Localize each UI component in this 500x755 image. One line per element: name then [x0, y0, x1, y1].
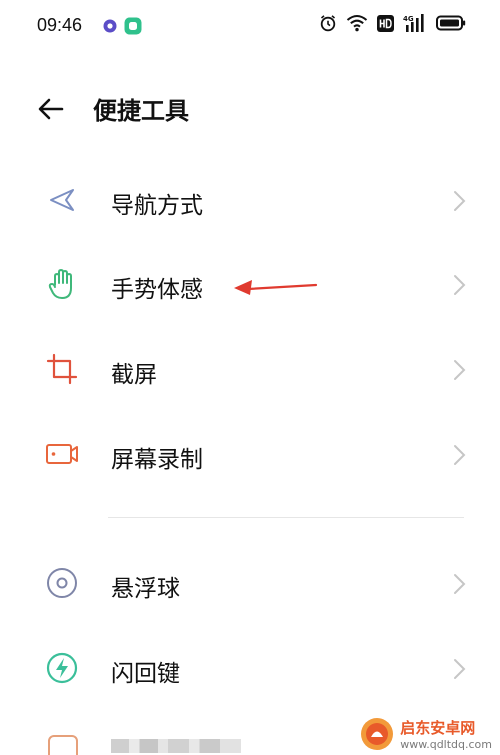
- watermark-logo-icon: [361, 718, 394, 750]
- hand-gesture-icon: [48, 269, 72, 299]
- status-time: 09:46: [37, 15, 83, 35]
- menu-item-label: 截屏: [111, 362, 157, 388]
- navigation-triangle-icon: [50, 189, 74, 211]
- page-header: 便捷工具: [0, 78, 500, 138]
- watermark-url: www.qdltdq.com: [400, 738, 492, 751]
- menu-item-screen-recording[interactable]: 屏幕录制: [0, 412, 500, 496]
- crop-screenshot-icon: [46, 353, 78, 385]
- status-system-icons: 4G: [319, 14, 466, 32]
- menu-item-floating-ball[interactable]: 悬浮球: [0, 541, 500, 625]
- floating-ball-icon: [47, 568, 77, 598]
- record-icon: [103, 19, 117, 33]
- alarm-icon: [320, 15, 336, 32]
- status-app-icons: [103, 17, 142, 35]
- blurred-label: [111, 739, 241, 753]
- annotation-red-arrow: [234, 280, 318, 295]
- menu-item-label: 悬浮球: [111, 576, 180, 602]
- menu-item-screenshot[interactable]: 截屏: [0, 327, 500, 411]
- chevron-right-icon: [454, 360, 466, 380]
- chevron-right-icon: [454, 275, 466, 295]
- menu-item-label: 手势体感: [111, 277, 203, 303]
- watermark: 启东安卓网 www.qdltdq.com: [360, 717, 492, 751]
- page-title: 便捷工具: [93, 97, 189, 125]
- wifi-icon: [346, 15, 368, 32]
- menu-item-label: 导航方式: [111, 193, 203, 219]
- menu-item-flashback-key[interactable]: 闪回键: [0, 626, 500, 710]
- back-arrow-icon: [38, 98, 64, 120]
- screen-record-icon: [46, 444, 78, 464]
- menu-item-navigation-mode[interactable]: 导航方式: [0, 158, 500, 242]
- signal-4g-icon: 4G: [403, 14, 424, 32]
- app-icon: [124, 17, 142, 35]
- status-bar: 09:46 4G: [0, 0, 500, 56]
- hd-icon: [377, 14, 394, 32]
- chevron-right-icon: [454, 659, 466, 679]
- chevron-right-icon: [454, 445, 466, 465]
- section-divider: [108, 517, 464, 518]
- svg-text:4G: 4G: [403, 15, 414, 23]
- menu-item-label: 闪回键: [111, 661, 180, 687]
- app-icon: [48, 735, 78, 755]
- battery-icon: [436, 15, 466, 31]
- chevron-right-icon: [454, 191, 466, 211]
- menu-item-label: 屏幕录制: [111, 447, 203, 473]
- back-button[interactable]: [34, 92, 68, 126]
- chevron-right-icon: [454, 574, 466, 594]
- flashback-icon: [46, 652, 78, 684]
- watermark-title: 启东安卓网: [400, 719, 476, 737]
